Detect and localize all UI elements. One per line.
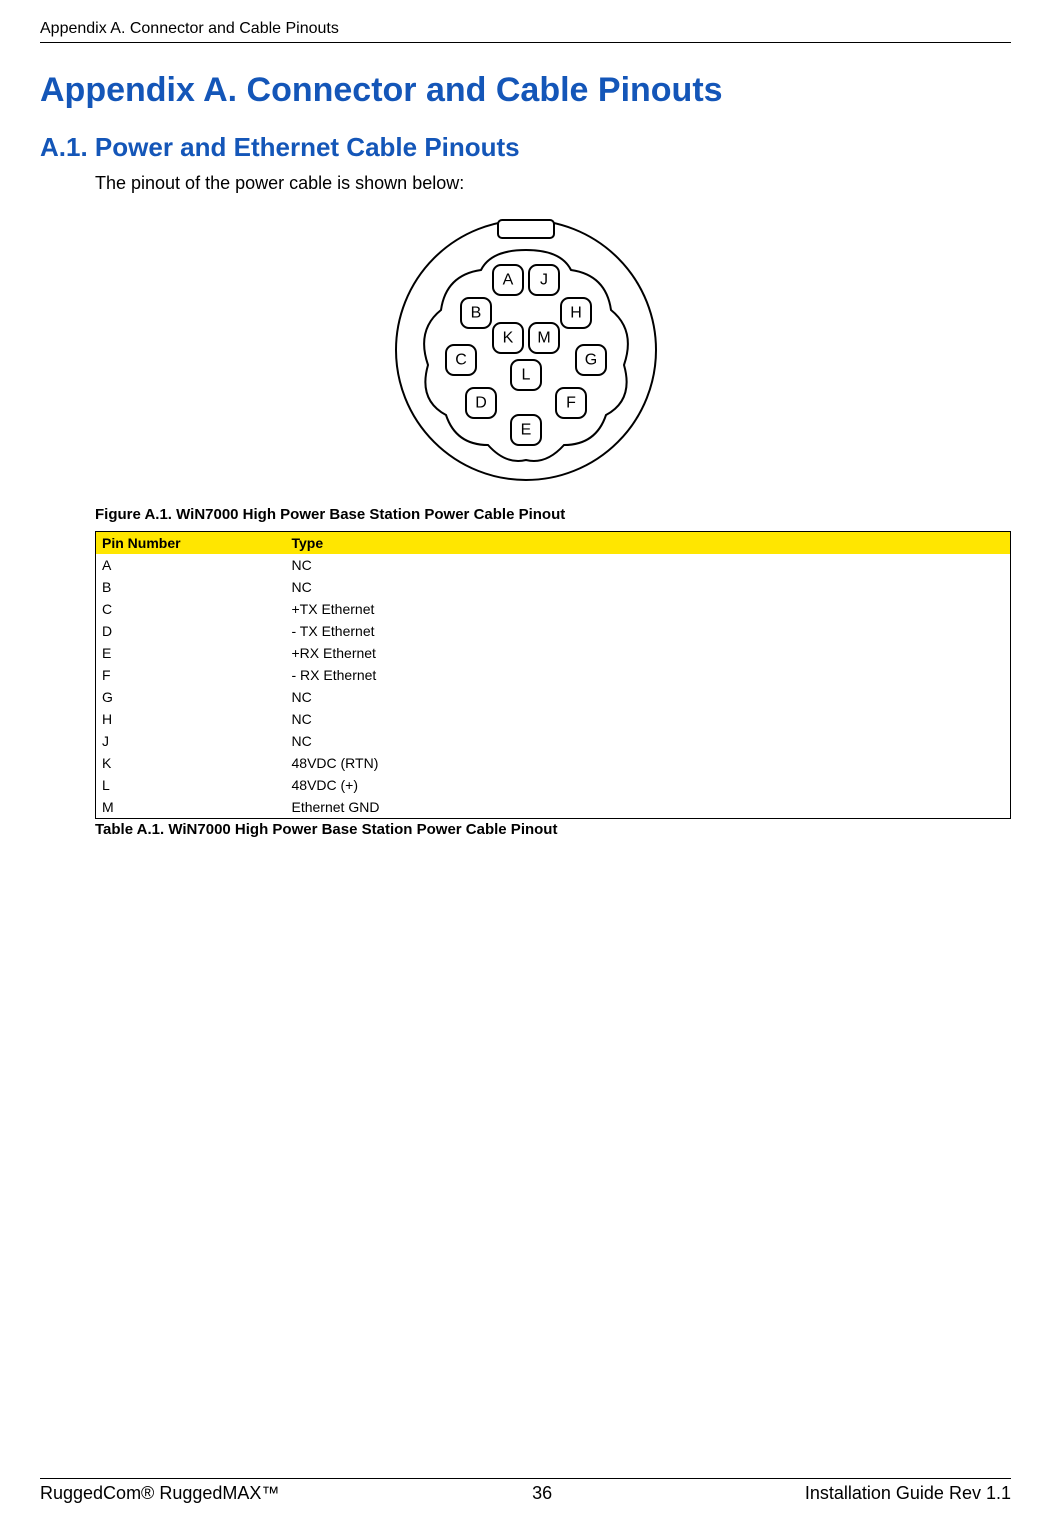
cell-pin: J — [96, 730, 286, 752]
pin-label-k: K — [502, 330, 513, 347]
running-header: Appendix A. Connector and Cable Pinouts — [40, 20, 1011, 43]
table-row: L48VDC (+) — [96, 774, 1011, 796]
cell-type: NC — [286, 686, 1011, 708]
pin-label-d: D — [475, 395, 487, 412]
cell-type: NC — [286, 554, 1011, 576]
cell-type: +RX Ethernet — [286, 642, 1011, 664]
pin-label-g: G — [584, 352, 596, 369]
table-row: HNC — [96, 708, 1011, 730]
pin-label-e: E — [520, 422, 531, 439]
table-header-pin: Pin Number — [96, 532, 286, 555]
table-row: MEthernet GND — [96, 796, 1011, 819]
cell-type: NC — [286, 576, 1011, 598]
intro-paragraph: The pinout of the power cable is shown b… — [95, 173, 1011, 194]
cell-type: NC — [286, 730, 1011, 752]
table-caption: Table A.1. WiN7000 High Power Base Stati… — [95, 821, 1011, 838]
cell-pin: G — [96, 686, 286, 708]
connector-svg: A J B H K M C G L D F — [386, 210, 666, 490]
cell-pin: E — [96, 642, 286, 664]
table-row: K48VDC (RTN) — [96, 752, 1011, 774]
cell-type: 48VDC (+) — [286, 774, 1011, 796]
cell-pin: H — [96, 708, 286, 730]
section-title: A.1. Power and Ethernet Cable Pinouts — [40, 132, 1011, 163]
cell-pin: A — [96, 554, 286, 576]
pin-label-b: B — [470, 305, 481, 322]
cell-pin: D — [96, 620, 286, 642]
table-row: GNC — [96, 686, 1011, 708]
page-footer: RuggedCom® RuggedMAX™ 36 Installation Gu… — [40, 1478, 1011, 1504]
connector-diagram: A J B H K M C G L D F — [40, 210, 1011, 490]
cell-pin: F — [96, 664, 286, 686]
pin-label-f: F — [566, 395, 576, 412]
table-row: E+RX Ethernet — [96, 642, 1011, 664]
table-row: C+TX Ethernet — [96, 598, 1011, 620]
cell-type: - RX Ethernet — [286, 664, 1011, 686]
cell-type: +TX Ethernet — [286, 598, 1011, 620]
pinout-table: Pin Number Type ANC BNC C+TX Ethernet D-… — [95, 531, 1011, 819]
cell-pin: C — [96, 598, 286, 620]
table-row: D- TX Ethernet — [96, 620, 1011, 642]
cell-type: Ethernet GND — [286, 796, 1011, 819]
pin-label-j: J — [540, 272, 548, 289]
table-row: ANC — [96, 554, 1011, 576]
cell-pin: M — [96, 796, 286, 819]
cell-type: NC — [286, 708, 1011, 730]
figure-caption: Figure A.1. WiN7000 High Power Base Stat… — [95, 506, 1011, 523]
pin-label-l: L — [521, 367, 530, 384]
footer-left: RuggedCom® RuggedMAX™ — [40, 1483, 279, 1504]
pin-label-a: A — [502, 272, 513, 289]
footer-right: Installation Guide Rev 1.1 — [805, 1483, 1011, 1504]
pin-label-c: C — [455, 352, 467, 369]
footer-center: 36 — [532, 1483, 552, 1504]
cell-type: 48VDC (RTN) — [286, 752, 1011, 774]
table-header-row: Pin Number Type — [96, 532, 1011, 555]
cell-pin: K — [96, 752, 286, 774]
table-row: JNC — [96, 730, 1011, 752]
appendix-title: Appendix A. Connector and Cable Pinouts — [40, 71, 1011, 110]
cell-pin: L — [96, 774, 286, 796]
cell-pin: B — [96, 576, 286, 598]
table-row: F- RX Ethernet — [96, 664, 1011, 686]
pin-label-h: H — [570, 305, 582, 322]
table-row: BNC — [96, 576, 1011, 598]
table-header-type: Type — [286, 532, 1011, 555]
cell-type: - TX Ethernet — [286, 620, 1011, 642]
pin-label-m: M — [537, 330, 550, 347]
